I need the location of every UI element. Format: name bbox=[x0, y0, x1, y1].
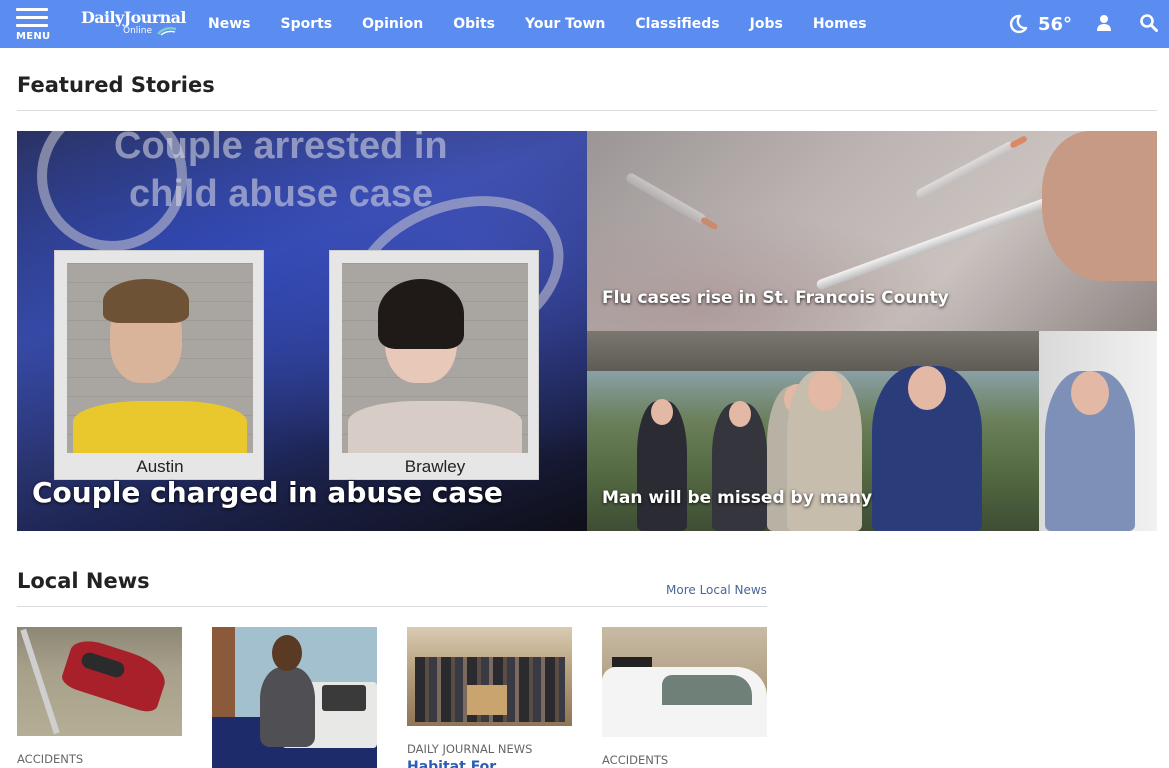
card-category[interactable]: DAILY JOURNAL NEWS bbox=[407, 742, 532, 756]
local-news-card-image[interactable] bbox=[17, 627, 182, 736]
search-icon[interactable] bbox=[1140, 14, 1158, 32]
local-news-card-image[interactable] bbox=[212, 627, 377, 768]
weather-temperature: 56° bbox=[1038, 13, 1073, 35]
local-news-card-image[interactable] bbox=[407, 627, 572, 726]
main-nav: News Sports Opinion Obits Your Town Clas… bbox=[193, 0, 882, 48]
mugshot-brawley: Brawley bbox=[329, 250, 539, 480]
nav-link-sports[interactable]: Sports bbox=[265, 16, 347, 32]
weather-widget[interactable]: 56° bbox=[1008, 10, 1072, 38]
moon-icon bbox=[1009, 14, 1028, 34]
nav-link-classifieds[interactable]: Classifieds bbox=[620, 16, 734, 32]
more-local-news-link[interactable]: More Local News bbox=[666, 583, 767, 597]
featured-stories-heading: Featured Stories bbox=[17, 73, 215, 97]
hamburger-icon-line bbox=[16, 16, 48, 19]
person-face bbox=[728, 401, 751, 427]
person-head bbox=[272, 635, 302, 671]
logo-main-text: DailyJournal bbox=[81, 8, 186, 27]
nav-link-news[interactable]: News bbox=[193, 16, 265, 32]
nav-link-opinion[interactable]: Opinion bbox=[347, 16, 438, 32]
featured-story-flu[interactable]: Flu cases rise in St. Francois County bbox=[587, 131, 1157, 331]
light-bar-graphic bbox=[612, 657, 652, 667]
syringe-cap bbox=[699, 216, 719, 231]
laptop-graphic bbox=[322, 685, 366, 711]
top-nav-bar: MENU DailyJournal Online News Sports Opi… bbox=[0, 0, 1169, 48]
featured-caption[interactable]: Flu cases rise in St. Francois County bbox=[602, 288, 949, 308]
featured-caption[interactable]: Couple charged in abuse case bbox=[32, 476, 503, 509]
nav-link-obits[interactable]: Obits bbox=[438, 16, 510, 32]
menu-label: MENU bbox=[16, 31, 51, 42]
menu-button[interactable]: MENU bbox=[16, 6, 52, 44]
mugshot-hair bbox=[103, 279, 189, 323]
card-category[interactable]: ACCIDENTS bbox=[17, 752, 83, 766]
counter-graphic bbox=[467, 685, 507, 715]
hamburger-icon-line bbox=[16, 24, 48, 27]
featured-divider bbox=[17, 110, 1157, 111]
person-graphic bbox=[1045, 371, 1135, 531]
person-graphic bbox=[872, 366, 982, 531]
car-window bbox=[662, 675, 752, 705]
person-graphic bbox=[712, 401, 767, 531]
person-face bbox=[1071, 371, 1109, 415]
canopy-graphic bbox=[587, 331, 1057, 371]
person-face bbox=[651, 399, 673, 425]
person-graphic bbox=[260, 667, 315, 747]
syringe-graphic bbox=[914, 135, 1028, 201]
local-news-divider bbox=[17, 606, 767, 607]
mugshot-austin: Austin bbox=[54, 250, 264, 480]
featured-caption[interactable]: Man will be missed by many bbox=[602, 488, 872, 508]
hamburger-icon bbox=[16, 8, 48, 11]
mugshot-hair bbox=[378, 279, 464, 349]
syringe-cap bbox=[1009, 135, 1028, 149]
logo-swoosh-icon bbox=[157, 26, 177, 36]
user-icon[interactable] bbox=[1096, 14, 1112, 32]
syringe-graphic bbox=[624, 171, 719, 231]
mugshot-name: Brawley bbox=[404, 457, 466, 476]
logo-sub-text: Online bbox=[123, 26, 153, 36]
image-text-bottom: child abuse case bbox=[129, 173, 434, 215]
card-category[interactable]: ACCIDENTS bbox=[602, 753, 668, 767]
mugshot-shirt bbox=[348, 401, 522, 453]
guardrail-graphic bbox=[20, 628, 60, 735]
person-face bbox=[908, 366, 946, 410]
person-graphic bbox=[637, 399, 687, 531]
syringe-graphic bbox=[815, 189, 1076, 291]
nav-link-your-town[interactable]: Your Town bbox=[510, 16, 620, 32]
nav-link-jobs[interactable]: Jobs bbox=[735, 16, 798, 32]
local-news-heading: Local News bbox=[17, 569, 150, 593]
mugshot-shirt bbox=[73, 401, 247, 453]
person-face bbox=[807, 371, 842, 411]
site-logo[interactable]: DailyJournal Online bbox=[81, 8, 186, 40]
card-title[interactable]: Habitat For bbox=[407, 759, 496, 768]
mugshot-name: Austin bbox=[136, 457, 184, 476]
featured-story-missed-by-many[interactable]: Man will be missed by many bbox=[587, 331, 1157, 531]
hand-graphic bbox=[1042, 131, 1157, 281]
featured-story-abuse-case[interactable]: Couple arrested in child abuse case Aust… bbox=[17, 131, 587, 531]
local-news-card-image[interactable] bbox=[602, 627, 767, 737]
nav-link-homes[interactable]: Homes bbox=[798, 16, 882, 32]
image-text-top: Couple arrested in bbox=[114, 131, 448, 167]
